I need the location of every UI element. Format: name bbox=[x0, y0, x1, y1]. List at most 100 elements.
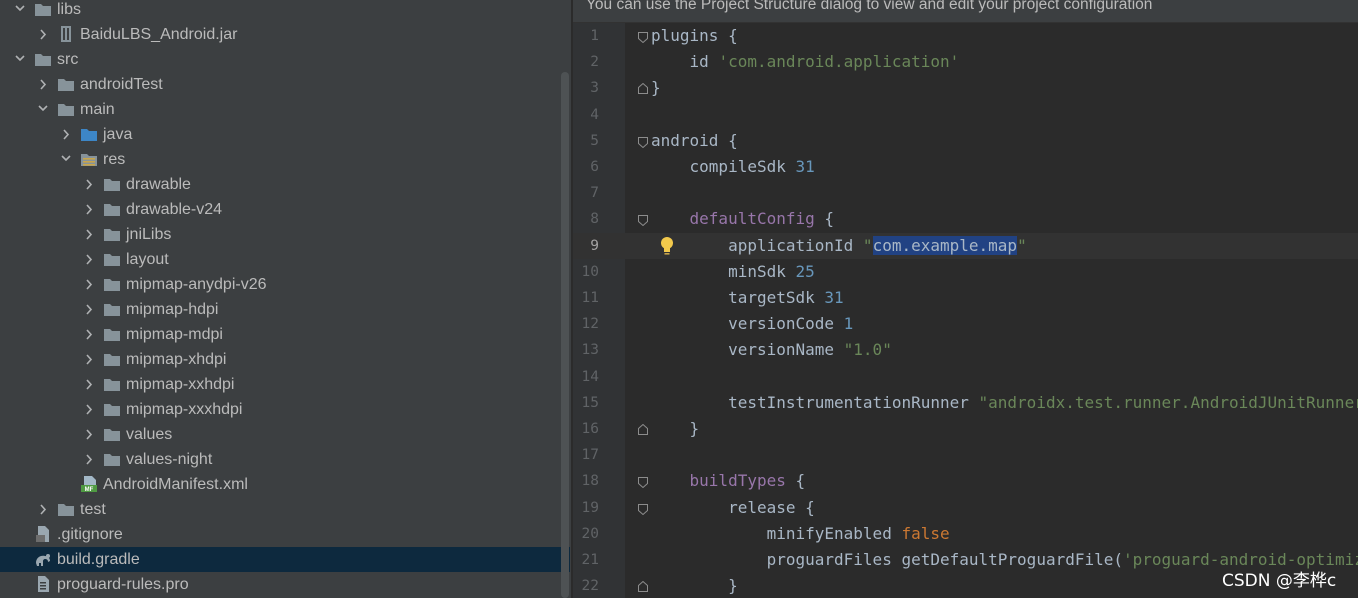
tree-item-label: mipmap-xxxhdpi bbox=[126, 401, 243, 418]
fold-start-icon[interactable] bbox=[637, 213, 649, 227]
tree-item[interactable]: values-night bbox=[0, 447, 570, 472]
code-token: } bbox=[651, 78, 661, 98]
tree-item-label: drawable bbox=[126, 176, 191, 193]
folder-icon bbox=[103, 376, 121, 392]
code-line[interactable]: 9 applicationId "com.example.map" bbox=[573, 232, 1358, 259]
tree-item[interactable]: BaiduLBS_Android.jar bbox=[0, 22, 570, 47]
code-line[interactable]: 1 plugins { bbox=[573, 23, 1358, 49]
chevron-right-icon[interactable] bbox=[81, 197, 97, 222]
notification-text: You can use the Project Structure dialog… bbox=[586, 0, 1153, 13]
code-line[interactable]: 2 id 'com.android.application' bbox=[573, 49, 1358, 75]
code-line[interactable]: 10 minSdk 25 bbox=[573, 259, 1358, 285]
tree-item[interactable]: res bbox=[0, 147, 570, 172]
folder-icon bbox=[34, 51, 52, 67]
tree-item[interactable]: mipmap-xxhdpi bbox=[0, 372, 570, 397]
chevron-right-icon[interactable] bbox=[81, 347, 97, 372]
tree-item[interactable]: mipmap-xhdpi bbox=[0, 347, 570, 372]
tree-item[interactable]: mipmap-mdpi bbox=[0, 322, 570, 347]
code-line[interactable]: 4 bbox=[573, 102, 1358, 128]
code-text: plugins { bbox=[651, 23, 738, 49]
code-line[interactable]: 5 android { bbox=[573, 128, 1358, 154]
code-line[interactable]: 11 targetSdk 31 bbox=[573, 285, 1358, 311]
chevron-right-icon[interactable] bbox=[81, 297, 97, 322]
code-token: defaultConfig bbox=[689, 209, 815, 229]
tree-item[interactable]: build.gradle bbox=[0, 547, 570, 572]
code-line[interactable]: 12 versionCode 1 bbox=[573, 311, 1358, 337]
tree-item[interactable]: androidTest bbox=[0, 72, 570, 97]
chevron-right-icon[interactable] bbox=[81, 422, 97, 447]
tree-item-label: mipmap-mdpi bbox=[126, 326, 223, 343]
tree-item[interactable]: drawable-v24 bbox=[0, 197, 570, 222]
chevron-right-icon[interactable] bbox=[35, 22, 51, 47]
chevron-right-icon[interactable] bbox=[35, 72, 51, 97]
project-tree-scrollbar[interactable] bbox=[561, 72, 569, 598]
panel-divider[interactable] bbox=[571, 0, 572, 598]
tree-item[interactable]: MFMFAndroidManifest.xml bbox=[0, 472, 570, 497]
folder-icon bbox=[103, 276, 121, 292]
chevron-right-icon[interactable] bbox=[81, 222, 97, 247]
fold-start-icon[interactable] bbox=[637, 475, 649, 489]
code-token: "1.0" bbox=[843, 340, 892, 360]
code-line[interactable]: 7 bbox=[573, 180, 1358, 206]
tree-item[interactable]: layout bbox=[0, 247, 570, 272]
tree-item-label: BaiduLBS_Android.jar bbox=[80, 26, 238, 43]
code-line[interactable]: 6 compileSdk 31 bbox=[573, 154, 1358, 180]
tree-item[interactable]: drawable bbox=[0, 172, 570, 197]
code-editor[interactable]: 1 plugins {2 id 'com.android.application'… bbox=[573, 23, 1358, 598]
code-line[interactable]: 18 buildTypes { bbox=[573, 468, 1358, 494]
tree-item[interactable]: values bbox=[0, 422, 570, 447]
code-text: minifyEnabled false bbox=[651, 521, 950, 547]
code-line[interactable]: 13 versionName "1.0" bbox=[573, 337, 1358, 363]
tree-item-label: mipmap-xhdpi bbox=[126, 351, 227, 368]
folder-icon bbox=[103, 451, 121, 467]
tree-item[interactable]: mipmap-anydpi-v26 bbox=[0, 272, 570, 297]
code-token: id bbox=[651, 52, 719, 72]
code-text: buildTypes { bbox=[651, 468, 806, 494]
fold-start-icon[interactable] bbox=[637, 502, 649, 515]
fold-end-icon[interactable] bbox=[637, 423, 649, 435]
code-line[interactable]: 19 release { bbox=[573, 495, 1358, 521]
code-token: buildTypes bbox=[689, 471, 786, 491]
tree-item[interactable]: mipmap-xxxhdpi bbox=[0, 397, 570, 422]
tree-item[interactable]: test bbox=[0, 497, 570, 522]
tree-item[interactable]: proguard-rules.pro bbox=[0, 572, 570, 597]
chevron-down-icon[interactable] bbox=[12, 0, 28, 22]
chevron-right-icon[interactable] bbox=[81, 372, 97, 397]
code-line[interactable]: 8 defaultConfig { bbox=[573, 206, 1358, 232]
line-number: 11 bbox=[581, 290, 599, 306]
code-line[interactable]: 20 minifyEnabled false bbox=[573, 521, 1358, 547]
tree-item[interactable]: jniLibs bbox=[0, 222, 570, 247]
tree-item[interactable]: java bbox=[0, 122, 570, 147]
chevron-down-icon[interactable] bbox=[35, 97, 51, 122]
code-token: applicationId bbox=[651, 235, 863, 255]
tree-item-label: mipmap-anydpi-v26 bbox=[126, 276, 267, 293]
fold-end-icon[interactable] bbox=[637, 82, 649, 95]
chevron-right-icon[interactable] bbox=[81, 247, 97, 272]
code-line[interactable]: 17 bbox=[573, 442, 1358, 468]
fold-start-icon[interactable] bbox=[637, 135, 649, 148]
code-line[interactable]: 15 testInstrumentationRunner "androidx.t… bbox=[573, 390, 1358, 416]
chevron-right-icon[interactable] bbox=[81, 397, 97, 422]
code-line[interactable]: 16 } bbox=[573, 416, 1358, 442]
code-line[interactable]: 14 bbox=[573, 364, 1358, 390]
chevron-right-icon[interactable] bbox=[81, 272, 97, 297]
chevron-down-icon[interactable] bbox=[58, 147, 74, 172]
chevron-right-icon[interactable] bbox=[81, 447, 97, 472]
folder-icon bbox=[103, 176, 121, 192]
tree-item[interactable]: mipmap-hdpi bbox=[0, 297, 570, 322]
chevron-right-icon[interactable] bbox=[35, 497, 51, 522]
line-number: 6 bbox=[590, 159, 599, 175]
chevron-down-icon[interactable] bbox=[12, 47, 28, 72]
fold-end-icon[interactable] bbox=[637, 580, 649, 593]
tree-item[interactable]: src bbox=[0, 47, 570, 72]
tree-item[interactable]: .gitignore bbox=[0, 522, 570, 547]
fold-start-icon[interactable] bbox=[637, 30, 649, 44]
code-line[interactable]: 3} bbox=[573, 75, 1358, 101]
tree-item[interactable]: libs bbox=[0, 0, 570, 22]
code-text: testInstrumentationRunner "androidx.test… bbox=[651, 390, 1358, 416]
chevron-right-icon[interactable] bbox=[81, 322, 97, 347]
chevron-right-icon[interactable] bbox=[58, 122, 74, 147]
tree-item[interactable]: main bbox=[0, 97, 570, 122]
chevron-right-icon[interactable] bbox=[81, 172, 97, 197]
